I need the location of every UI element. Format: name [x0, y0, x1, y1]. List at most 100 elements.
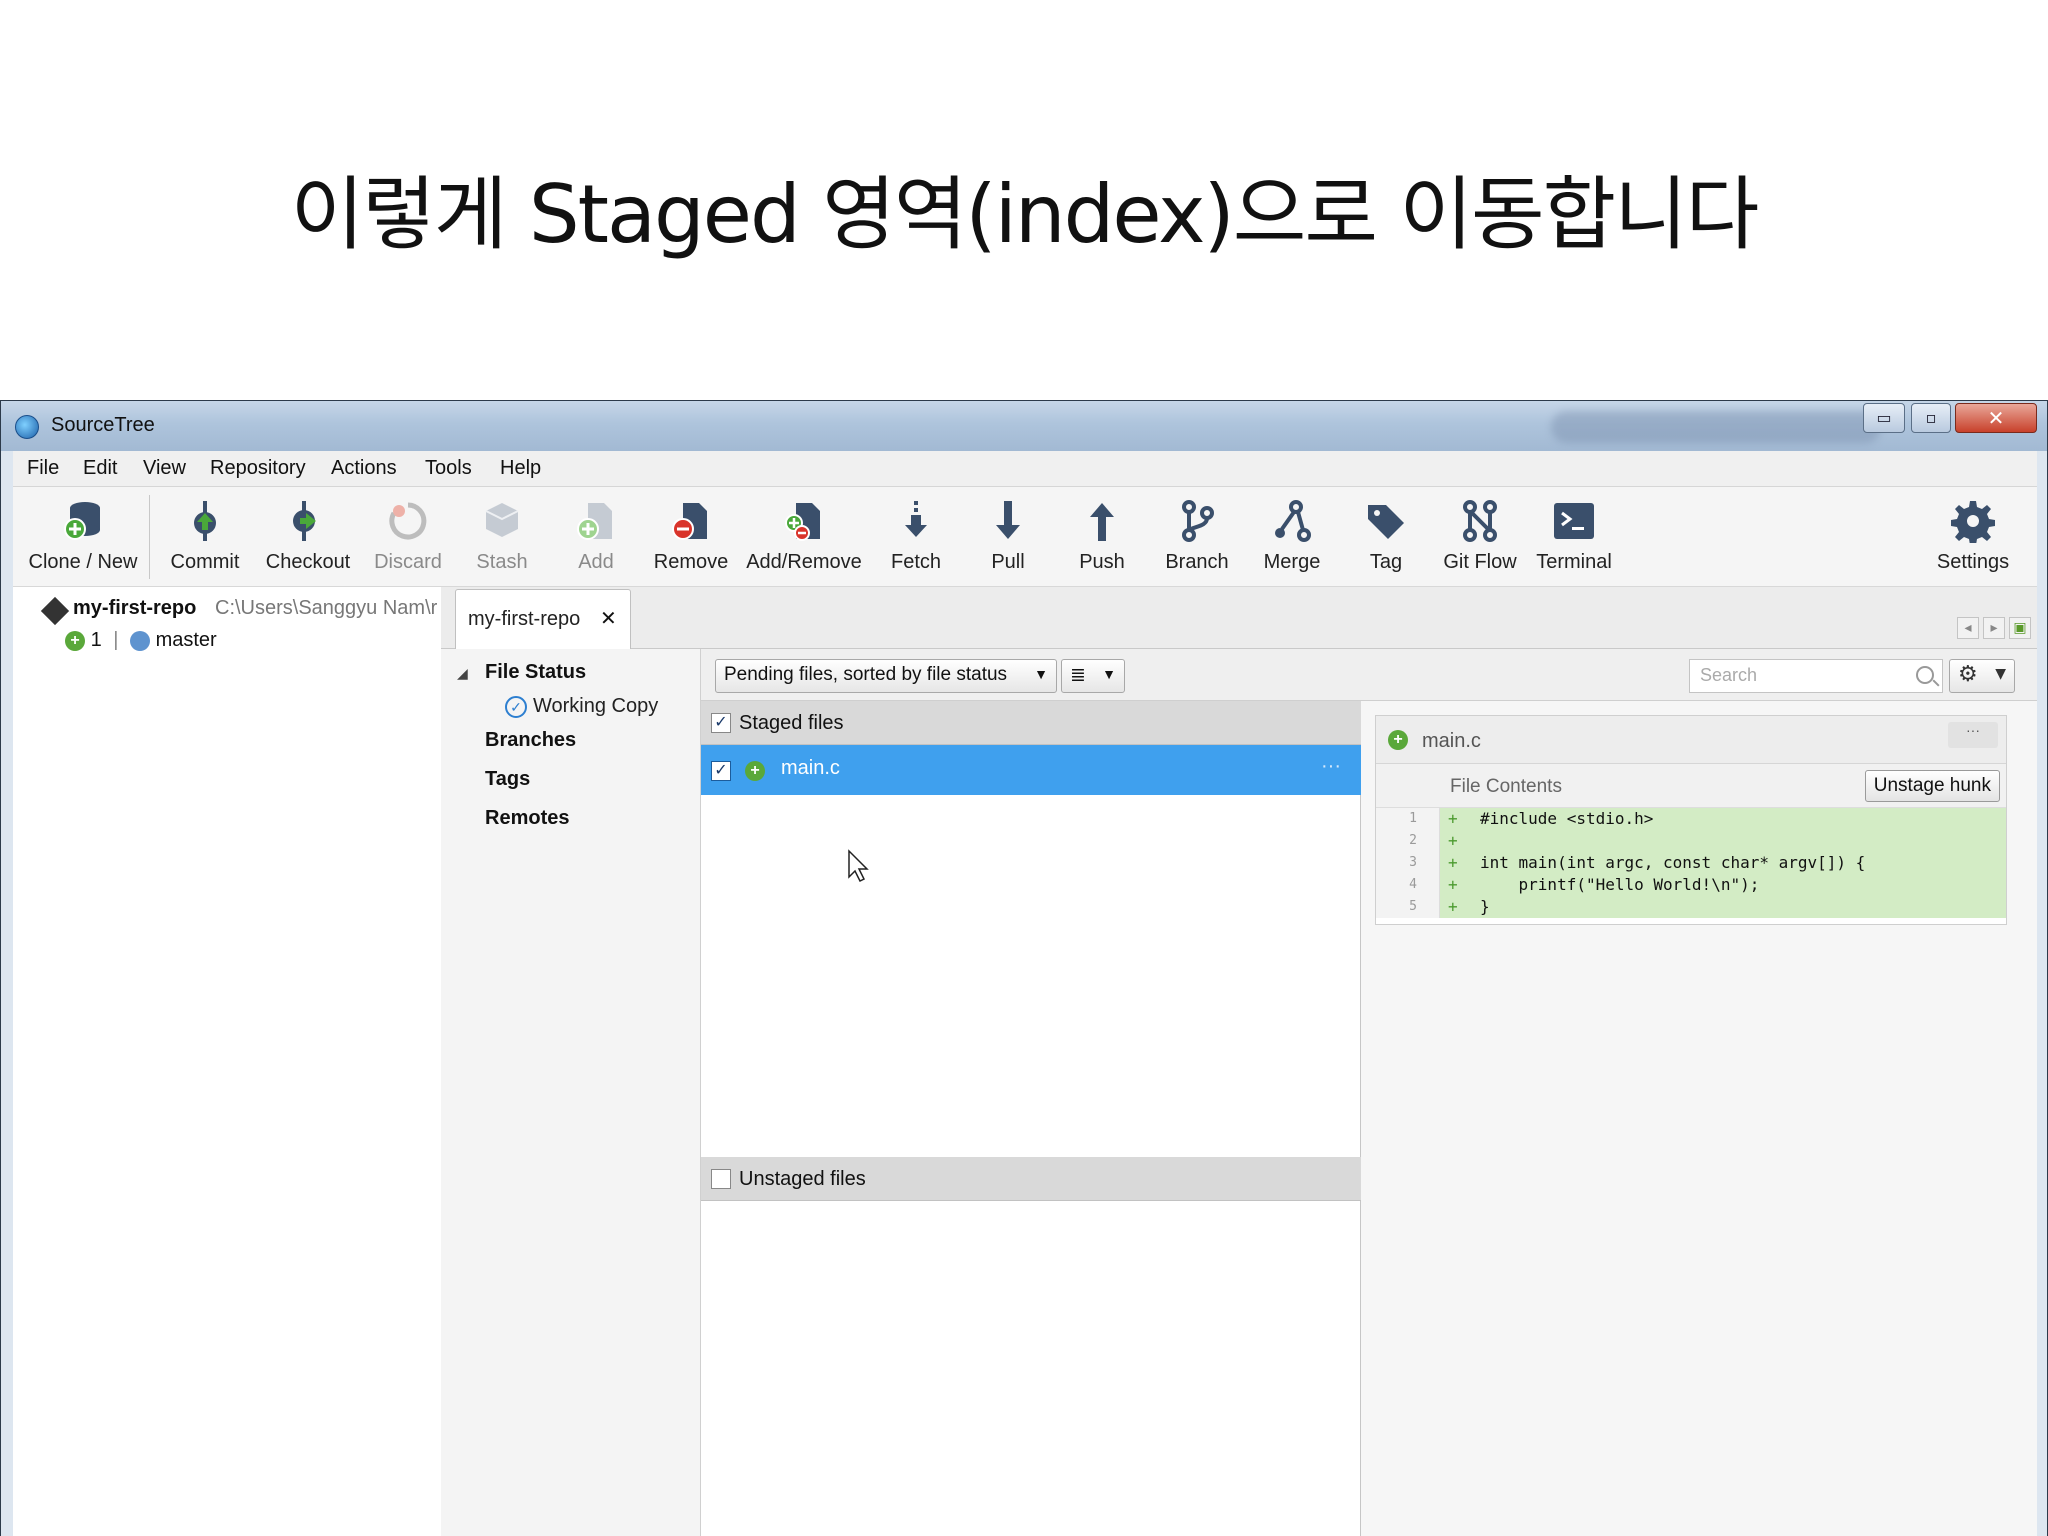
working-copy-label: Working Copy: [533, 695, 659, 717]
nav-tags[interactable]: Tags: [485, 768, 530, 791]
file-status-panel: Pending files, sorted by file status ▼ ≣…: [701, 649, 2037, 1536]
sourcetree-window: SourceTree ▭ ▫ ✕ File Edit View Reposito…: [0, 400, 2048, 1536]
clone-new-label: Clone / New: [28, 551, 138, 573]
discard-icon: [389, 502, 427, 540]
remove-button[interactable]: Remove: [639, 487, 743, 587]
fetch-button[interactable]: Fetch: [873, 487, 959, 587]
scroll-left-icon[interactable]: ◂: [1957, 617, 1979, 639]
line-sign: +: [1448, 809, 1458, 828]
search-input[interactable]: Search: [1689, 659, 1943, 693]
line-sign: +: [1448, 853, 1458, 872]
menu-view[interactable]: View: [143, 457, 186, 480]
terminal-icon: [1554, 503, 1594, 539]
stash-label: Stash: [476, 551, 528, 573]
repository-sidebar: my-first-repo C:\Users\Sanggyu Nam\r + 1…: [13, 587, 441, 1536]
stash-button[interactable]: Stash: [459, 487, 545, 587]
pull-label: Pull: [991, 551, 1025, 573]
menu-repository[interactable]: Repository: [210, 457, 306, 480]
merge-button[interactable]: Merge: [1249, 487, 1335, 587]
body-area: my-first-repo C:\Users\Sanggyu Nam\r + 1…: [13, 587, 2037, 1536]
file-options-icon[interactable]: ···: [1321, 755, 1341, 778]
unstaged-select-all-checkbox[interactable]: [711, 1169, 731, 1189]
tab-strip: my-first-repo ✕ ◂ ▸ ▣: [441, 587, 2037, 649]
checkout-icon: [293, 501, 316, 541]
commit-button[interactable]: Commit: [157, 487, 253, 587]
view-mode-select[interactable]: Pending files, sorted by file status ▼: [715, 659, 1057, 693]
staged-files-header: ✓ Staged files: [701, 701, 1361, 745]
menu-help[interactable]: Help: [500, 457, 541, 480]
stash-box-icon: [485, 503, 519, 537]
staged-select-all-checkbox[interactable]: ✓: [711, 713, 731, 733]
pull-button[interactable]: Pull: [965, 487, 1051, 587]
tag-button[interactable]: Tag: [1343, 487, 1429, 587]
list-icon: ≣: [1070, 665, 1086, 686]
tag-icon: [1368, 505, 1404, 539]
menu-bar: File Edit View Repository Actions Tools …: [13, 451, 2037, 487]
tab-close-icon[interactable]: ✕: [600, 606, 617, 630]
restore-tab-icon[interactable]: ▣: [2009, 617, 2031, 639]
title-bar[interactable]: SourceTree ▭ ▫ ✕: [1, 401, 2047, 451]
scroll-right-icon[interactable]: ▸: [1983, 617, 2005, 639]
unstaged-files-title: Unstaged files: [739, 1168, 866, 1190]
file-checkbox[interactable]: ✓: [711, 761, 731, 781]
repo-status: + 1 | master: [65, 629, 217, 652]
ahead-count: 1: [90, 629, 102, 651]
line-text: }: [1480, 897, 1490, 916]
staged-file-row[interactable]: ✓ + main.c ···: [701, 745, 1361, 795]
terminal-button[interactable]: Terminal: [1525, 487, 1623, 587]
menu-file[interactable]: File: [27, 457, 59, 480]
toolbar-divider: [149, 495, 150, 579]
pull-arrow-down-icon: [996, 501, 1020, 539]
list-mode-select[interactable]: ≣ ▼: [1061, 659, 1125, 693]
toolbar: Clone / New Commit Checkout Discard Stas…: [13, 487, 2037, 587]
remove-label: Remove: [653, 551, 729, 573]
line-number: 1: [1376, 808, 1440, 830]
push-button[interactable]: Push: [1059, 487, 1145, 587]
nav-file-status[interactable]: File Status: [485, 661, 586, 684]
options-gear-button[interactable]: ⚙ ▼: [1949, 659, 2015, 693]
sourcetree-logo-icon: [15, 415, 39, 439]
menu-edit[interactable]: Edit: [83, 457, 117, 480]
chevron-down-icon: ▼: [1995, 666, 2006, 682]
nav-branches[interactable]: Branches: [485, 729, 576, 752]
clone-new-button[interactable]: Clone / New: [23, 487, 143, 587]
close-window-button[interactable]: ✕: [1955, 403, 2037, 433]
staged-files-title: Staged files: [739, 712, 844, 734]
gear-icon: [1951, 501, 1995, 543]
line-sign: +: [1448, 831, 1458, 850]
slide-title: 이렇게 Staged 영역(index)으로 이동합니다: [290, 168, 1760, 261]
repo-name[interactable]: my-first-repo: [73, 597, 196, 620]
menu-actions[interactable]: Actions: [331, 457, 397, 480]
add-button[interactable]: Add: [553, 487, 639, 587]
nav-remotes[interactable]: Remotes: [485, 807, 569, 830]
terminal-label: Terminal: [1536, 551, 1612, 573]
branch-button[interactable]: Branch: [1153, 487, 1241, 587]
maximize-button[interactable]: ▫: [1911, 403, 1951, 433]
unstage-hunk-button[interactable]: Unstage hunk: [1864, 770, 2000, 802]
git-flow-label: Git Flow: [1443, 551, 1517, 573]
discard-button[interactable]: Discard: [363, 487, 453, 587]
checkout-button[interactable]: Checkout: [253, 487, 363, 587]
git-flow-icon: [1463, 500, 1497, 542]
minimize-button[interactable]: ▭: [1863, 403, 1905, 433]
hunk-label: File Contents: [1450, 776, 1562, 797]
menu-tools[interactable]: Tools: [425, 457, 472, 480]
hunk-header: File Contents Unstage hunk: [1376, 764, 2006, 808]
fetch-icon: [905, 501, 927, 537]
commit-icon: [194, 501, 216, 541]
diff-panel: + main.c ··· File Contents Unstage hunk …: [1361, 701, 2037, 1536]
diff-options-button[interactable]: ···: [1948, 722, 1998, 748]
add-remove-button[interactable]: Add/Remove: [741, 487, 867, 587]
filter-bar: Pending files, sorted by file status ▼ ≣…: [701, 649, 2037, 701]
view-mode-value: Pending files, sorted by file status: [724, 664, 1008, 685]
added-file-icon: +: [1388, 730, 1408, 750]
add-label: Add: [578, 551, 614, 573]
expand-triangle-icon[interactable]: ◢: [457, 665, 468, 682]
code-line: 4 + printf("Hello World!\n");: [1376, 874, 2006, 896]
chevron-down-icon: ▼: [1102, 666, 1116, 682]
settings-button[interactable]: Settings: [1923, 487, 2023, 587]
tab-my-first-repo[interactable]: my-first-repo ✕: [455, 589, 631, 649]
git-flow-button[interactable]: Git Flow: [1431, 487, 1529, 587]
remove-file-icon: [672, 503, 707, 540]
nav-working-copy[interactable]: ✓ Working Copy: [505, 695, 658, 718]
